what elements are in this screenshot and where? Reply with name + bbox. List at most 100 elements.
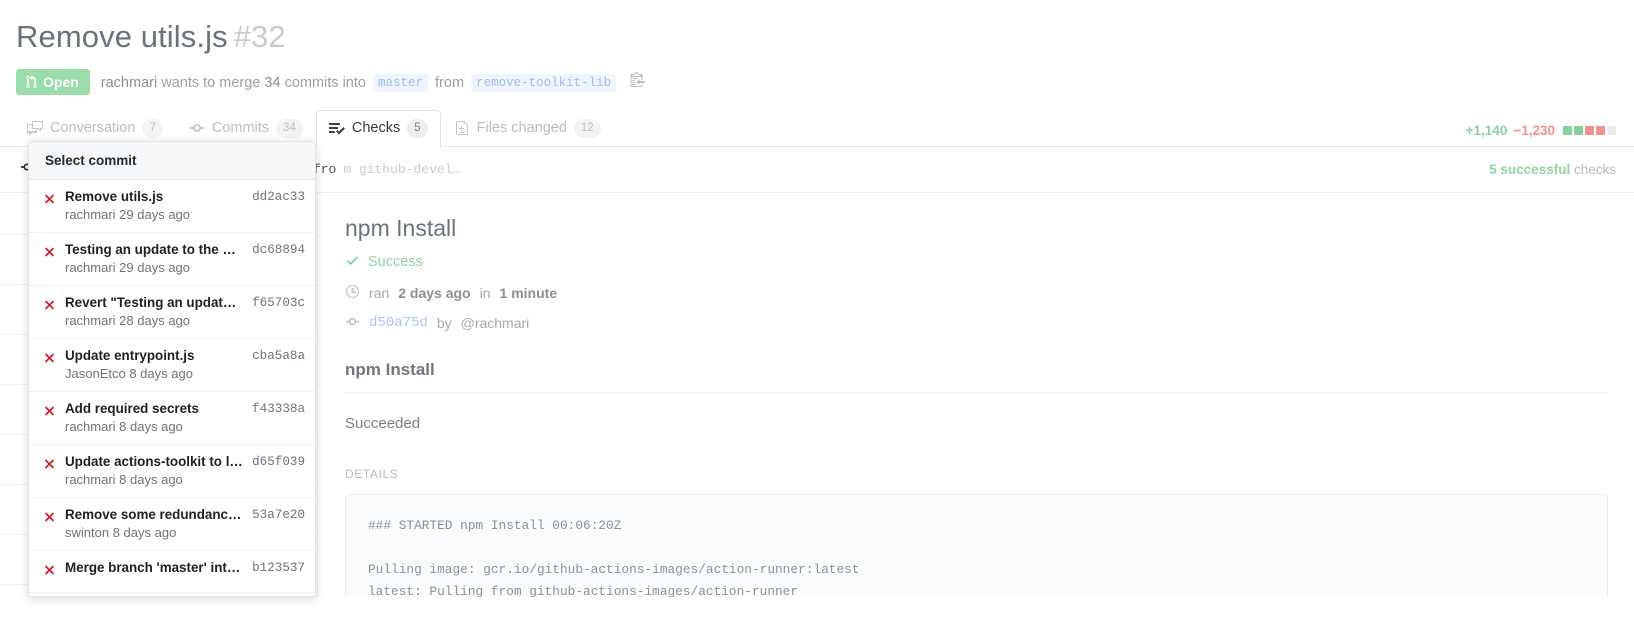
x-icon	[43, 404, 56, 423]
git-pull-request-icon	[25, 75, 38, 89]
commit-list: Remove utils.jsrachmari 29 days agodd2ac…	[29, 180, 315, 593]
status-badge: Open	[16, 69, 90, 95]
commit-item-sha: cba5a8a	[252, 349, 305, 363]
commit-select-popover: Select commit Remove utils.jsrachmari 29…	[28, 141, 316, 597]
git-commit-icon	[189, 120, 205, 136]
commit-list-item[interactable]: Add required secrets rachmari 8 days ago f…	[29, 392, 315, 445]
tab-label: Files changed	[477, 120, 567, 136]
commit-item-sha: 53a7e20	[252, 508, 305, 522]
commit-item-title: Update actions-toolkit to latest …	[65, 454, 243, 469]
commit-item-sha: dc68894	[252, 243, 305, 257]
check-status: Success	[345, 253, 1634, 272]
check-log-output: ### STARTED npm Install 00:06:20Z Pullin…	[346, 515, 1607, 597]
pr-author: rachmari	[101, 75, 157, 91]
pr-title-text: Remove utils.js	[16, 19, 228, 54]
x-icon	[43, 298, 56, 317]
commit-item-meta: rachmari 8 days ago	[65, 419, 243, 434]
checklist-icon	[329, 120, 345, 136]
diff-stat-block	[1574, 126, 1583, 135]
checks-summary: 5 successful checks	[1489, 162, 1616, 177]
commit-item-title: Remove some redundancies be…	[65, 507, 243, 522]
commit-item-sha: dd2ac33	[252, 190, 305, 204]
check-log-box[interactable]: ### STARTED npm Install 00:06:20Z Pullin…	[345, 494, 1608, 597]
check-step-heading: npm Install	[345, 360, 1608, 393]
commit-item-body: Testing an update to the beta ve…rachmar…	[65, 242, 243, 275]
run-duration: 1 minute	[500, 285, 558, 301]
pr-number: #32	[234, 19, 286, 54]
checks-panel: d50a75d — Merge pull request #35 from gi…	[0, 147, 1634, 597]
diff-stat-block	[1607, 126, 1616, 135]
check-commit-sha-link[interactable]: d50a75d	[369, 315, 428, 331]
pr-from-label: from	[435, 75, 464, 91]
commit-list-item[interactable]: Merge branch 'master' into rem… b123537	[29, 551, 315, 593]
check-detail-panel: npm Install Success ran 2 days ago in 1 …	[319, 193, 1634, 597]
popover-title: Select commit	[29, 142, 315, 180]
status-badge-label: Open	[43, 74, 79, 90]
check-name: npm Install	[345, 215, 1634, 242]
commit-list-item[interactable]: Update actions-toolkit to latest … rachma…	[29, 445, 315, 498]
copy-icon[interactable]	[630, 71, 645, 87]
pr-commit-count: 34	[264, 75, 280, 91]
pull-request-header: Remove utils.js#32 Open rachmari wants t…	[0, 0, 1634, 95]
commit-item-meta: rachmari 29 days ago	[65, 260, 243, 275]
commit-item-body: Add required secrets rachmari 8 days ago	[65, 401, 243, 434]
check-runtime: ran 2 days ago in 1 minute	[345, 284, 1634, 302]
commit-list-item[interactable]: Update entrypoint.jsJasonEtco 8 days ago…	[29, 339, 315, 392]
diff-stat-block	[1585, 126, 1594, 135]
tab-files-changed[interactable]: Files changed 12	[441, 110, 614, 147]
check-commit-line: d50a75d by @rachmari	[345, 314, 1634, 332]
file-diff-icon	[454, 120, 470, 136]
tab-label: Checks	[352, 120, 400, 136]
tab-counter: 5	[407, 119, 427, 138]
commit-item-body: Update entrypoint.jsJasonEtco 8 days ago	[65, 348, 243, 381]
tab-counter: 12	[574, 119, 601, 138]
git-commit-icon	[345, 314, 360, 332]
commit-list-item[interactable]: Testing an update to the beta ve…rachmar…	[29, 233, 315, 286]
commit-item-meta: rachmari 29 days ago	[65, 207, 243, 222]
clock-icon	[345, 284, 360, 302]
commit-item-sha: b123537	[252, 561, 305, 575]
commit-item-body: Update actions-toolkit to latest … rachma…	[65, 454, 243, 487]
commit-item-meta: rachmari 8 days ago	[65, 472, 243, 487]
pr-commits-into-label: commits into	[285, 75, 366, 91]
tab-counter: 34	[276, 119, 303, 138]
pr-wants-label: wants to merge	[161, 75, 260, 91]
check-commit-user: @rachmari	[461, 315, 530, 331]
x-icon	[43, 457, 56, 476]
tab-counter: 7	[142, 119, 162, 138]
diff-stat: +1,140 −1,230	[1466, 123, 1616, 138]
head-branch-chip[interactable]: remove-toolkit-lib	[471, 74, 616, 92]
commit-item-body: Remove some redundancies be… swinton 8 da…	[65, 507, 243, 540]
page-title: Remove utils.js#32	[16, 18, 1634, 57]
commit-item-meta: rachmari 28 days ago	[65, 313, 243, 328]
commit-item-sha: d65f039	[252, 455, 305, 469]
x-icon	[43, 192, 56, 211]
ran-in-label: in	[480, 285, 491, 301]
base-branch-chip[interactable]: master	[373, 74, 428, 92]
pr-meta-row: Open rachmari wants to merge 34 commits …	[16, 69, 1634, 95]
tab-checks[interactable]: Checks 5	[316, 110, 441, 147]
x-icon	[43, 563, 56, 582]
commit-list-item[interactable]: Remove some redundancies be… swinton 8 da…	[29, 498, 315, 551]
commit-item-sha: f65703c	[252, 296, 305, 310]
ran-time: 2 days ago	[398, 285, 470, 301]
commit-item-title: Update entrypoint.js	[65, 348, 243, 363]
check-icon	[345, 253, 360, 272]
diff-stat-blocks	[1563, 126, 1616, 135]
checks-summary-success: 5 successful	[1489, 162, 1570, 177]
check-commit-by-label: by	[437, 315, 452, 331]
x-icon	[43, 245, 56, 264]
commit-list-item[interactable]: Revert "Testing an update to th… rachmari…	[29, 286, 315, 339]
diff-stat-block	[1563, 126, 1572, 135]
details-label: DETAILS	[345, 467, 1634, 481]
commit-item-body: Merge branch 'master' into rem…	[65, 560, 243, 578]
commit-item-sha: f43338a	[252, 402, 305, 416]
commit-item-title: Revert "Testing an update to th…	[65, 295, 243, 310]
commit-item-title: Add required secrets	[65, 401, 243, 416]
check-step-result: Succeeded	[345, 415, 1634, 432]
diff-additions: +1,140	[1466, 123, 1508, 138]
ran-prefix: ran	[369, 285, 389, 301]
commit-item-meta: swinton 8 days ago	[65, 525, 243, 540]
check-status-label: Success	[368, 254, 423, 270]
commit-list-item[interactable]: Remove utils.jsrachmari 29 days agodd2ac…	[29, 180, 315, 233]
